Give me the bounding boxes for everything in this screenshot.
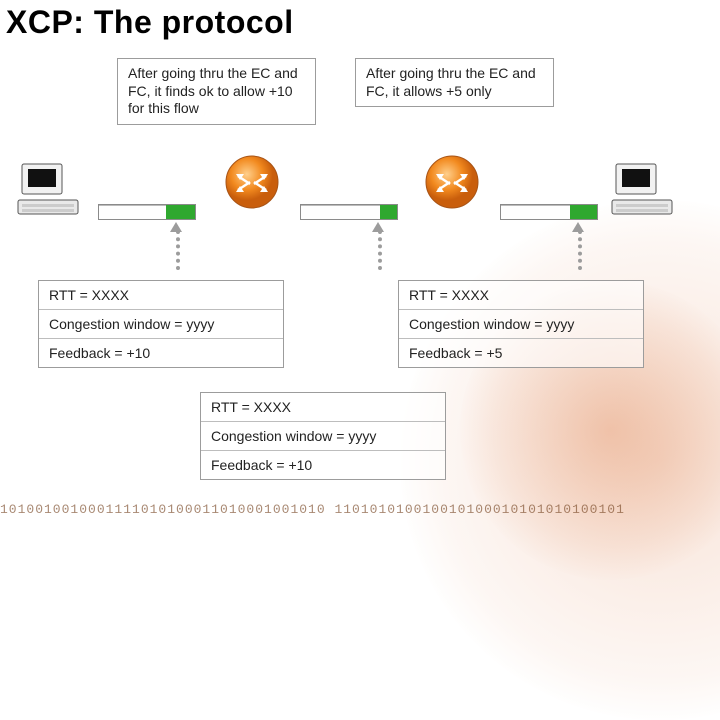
progress-bar-mid [300,204,398,220]
infobox-left: RTT = XXXX Congestion window = yyyy Feed… [38,280,284,368]
info-cwnd: Congestion window = yyyy [201,421,445,450]
info-rtt: RTT = XXXX [399,281,643,309]
router-icon [424,154,480,210]
computer-icon [16,160,80,220]
infobox-right: RTT = XXXX Congestion window = yyyy Feed… [398,280,644,368]
progress-bar-right [500,204,598,220]
progress-fill [570,205,597,219]
info-fb: Feedback = +5 [399,338,643,367]
info-fb: Feedback = +10 [39,338,283,367]
info-cwnd: Congestion window = yyyy [399,309,643,338]
router-icon [224,154,280,210]
progress-fill [166,205,195,219]
arrow-head-icon [572,222,584,232]
arrow-head-icon [170,222,182,232]
page-title: XCP: The protocol [6,4,294,41]
progress-bar-left [98,204,196,220]
arrow-line [176,230,180,270]
info-rtt: RTT = XXXX [39,281,283,309]
arrow-line [378,230,382,270]
callout-right: After going thru the EC and FC, it allow… [355,58,554,107]
infobox-bottom: RTT = XXXX Congestion window = yyyy Feed… [200,392,446,480]
info-fb: Feedback = +10 [201,450,445,479]
bg-circle-large [400,200,720,720]
computer-icon [610,160,674,220]
binary-strip: 1010010010001111010100011010001001010 11… [0,502,720,528]
callout-left: After going thru the EC and FC, it finds… [117,58,316,125]
info-cwnd: Congestion window = yyyy [39,309,283,338]
arrow-line [578,230,582,270]
arrow-head-icon [372,222,384,232]
info-rtt: RTT = XXXX [201,393,445,421]
progress-fill [380,205,397,219]
